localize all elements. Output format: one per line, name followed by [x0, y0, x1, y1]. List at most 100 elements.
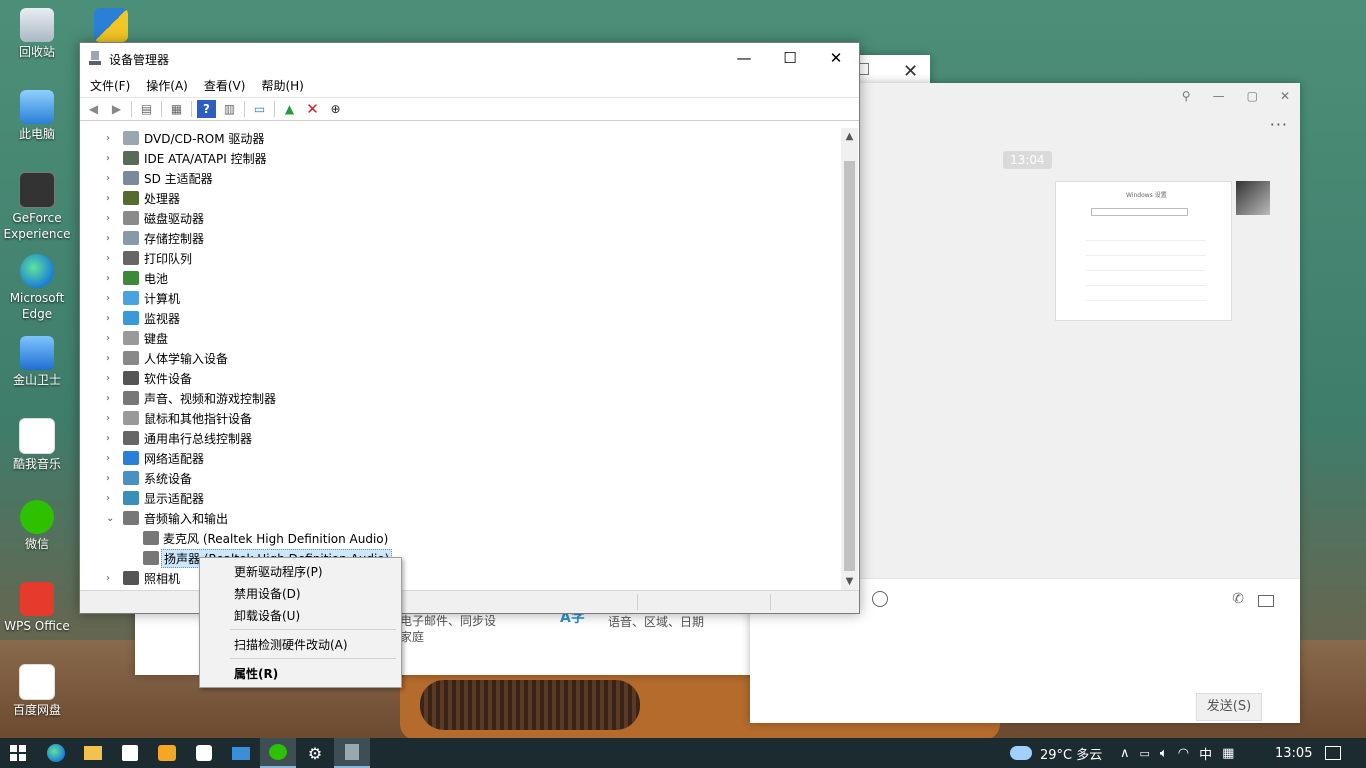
menu-action[interactable]: 操作(A) [138, 77, 196, 94]
image-message[interactable]: Windows 设置 [1055, 181, 1232, 321]
close-icon[interactable]: ✕ [1280, 89, 1290, 103]
menu-item-properties[interactable]: 属性(R) [234, 665, 278, 682]
notification-button[interactable] [1325, 738, 1341, 768]
uninstall-x-icon[interactable]: ✕ [303, 100, 322, 118]
chevron-right-icon[interactable]: › [106, 193, 116, 204]
volume-icon[interactable]: 🔈︎ [1160, 746, 1168, 761]
tree-category-row[interactable]: › SD 主适配器 [81, 168, 841, 188]
desktop-icon-this-pc[interactable]: 此电脑 [0, 90, 74, 142]
taskbar-kuwo[interactable] [186, 738, 222, 768]
tree-category-row[interactable]: › 系统设备 [81, 468, 841, 488]
taskbar-store[interactable] [112, 738, 148, 768]
chevron-right-icon[interactable]: › [106, 373, 116, 384]
desktop-icon-baidu-netdisk[interactable]: 百度网盘 [0, 664, 74, 718]
chevron-right-icon[interactable]: › [106, 333, 116, 344]
menu-help[interactable]: 帮助(H) [253, 77, 311, 94]
ime-indicator[interactable]: 中 [1199, 744, 1212, 763]
close-icon[interactable]: ✕ [903, 61, 918, 82]
chevron-right-icon[interactable]: › [106, 313, 116, 324]
taskbar-device-manager[interactable] [334, 738, 370, 768]
tree-category-row[interactable]: › 人体学输入设备 [81, 348, 841, 368]
scroll-thumb[interactable] [844, 161, 855, 571]
menu-item-uninstall-device[interactable]: 卸载设备(U) [234, 607, 300, 624]
download-circle-icon[interactable]: ⊕ [326, 100, 345, 118]
menu-item-scan-hardware[interactable]: 扫描检测硬件改动(A) [234, 636, 348, 653]
tree-category-row[interactable]: › 处理器 [81, 188, 841, 208]
chevron-down-icon[interactable]: ⌄ [106, 513, 116, 524]
tree-category-row[interactable]: › 键盘 [81, 328, 841, 348]
chevron-right-icon[interactable]: › [106, 133, 116, 144]
power-icon[interactable]: ▭ [1140, 747, 1150, 760]
weather-widget[interactable]: 29°C 多云 [1010, 738, 1102, 768]
tree-category-row[interactable]: › 网络适配器 [81, 448, 841, 468]
action-pane-icon[interactable]: ▥ [220, 100, 239, 118]
chevron-right-icon[interactable]: › [106, 413, 116, 424]
pin-icon[interactable]: ⚲ [1182, 89, 1191, 103]
help-icon[interactable]: ? [197, 100, 216, 118]
start-button[interactable] [0, 738, 36, 768]
tree-category-row[interactable]: › DVD/CD-ROM 驱动器 [81, 128, 841, 148]
menu-item-disable-device[interactable]: 禁用设备(D) [234, 585, 301, 602]
tree-category-row[interactable]: › 鼠标和其他指针设备 [81, 408, 841, 428]
maximize-icon[interactable]: ▢ [1247, 89, 1258, 103]
send-button[interactable]: 发送(S) [1196, 693, 1262, 721]
minimize-icon[interactable]: — [1213, 89, 1225, 103]
chevron-up-icon[interactable]: ∧ [1120, 746, 1130, 761]
taskbar-edge[interactable] [38, 738, 74, 768]
desktop-icon-kingsoft-guard[interactable]: 金山卫士 [0, 336, 74, 388]
desktop-icon-edge[interactable]: Microsoft Edge [0, 254, 74, 322]
chevron-right-icon[interactable]: › [106, 233, 116, 244]
scan-hardware-icon[interactable]: ▭ [250, 100, 269, 118]
avatar[interactable] [1236, 181, 1270, 215]
chevron-right-icon[interactable]: › [106, 453, 116, 464]
chevron-right-icon[interactable]: › [106, 573, 116, 584]
tree-category-row[interactable]: › 声音、视频和游戏控制器 [81, 388, 841, 408]
emoji-icon[interactable] [872, 591, 888, 607]
tree-child-row[interactable]: 扬声器 (Realtek High Definition Audio) [81, 548, 841, 568]
desktop-icon-shield-shortcut[interactable] [76, 8, 146, 44]
tree-category-row[interactable]: › 磁盘驱动器 [81, 208, 841, 228]
chevron-right-icon[interactable]: › [106, 493, 116, 504]
tree-category-row[interactable]: › 显示适配器 [81, 488, 841, 508]
tree-category-row[interactable]: › 电池 [81, 268, 841, 288]
tree-category-row[interactable]: › IDE ATA/ATAPI 控制器 [81, 148, 841, 168]
chevron-right-icon[interactable]: › [106, 253, 116, 264]
phone-icon[interactable]: ✆ [1232, 591, 1244, 607]
tree-category-row[interactable]: › 通用串行总线控制器 [81, 428, 841, 448]
tree-category-row[interactable]: › 存储控制器 [81, 228, 841, 248]
taskbar-settings[interactable]: ⚙ [297, 738, 333, 768]
chevron-right-icon[interactable]: › [106, 293, 116, 304]
taskbar-file-explorer[interactable] [75, 738, 111, 768]
taskbar-video-player[interactable] [149, 738, 185, 768]
clock[interactable]: 13:05 [1275, 738, 1312, 768]
tree-category-row[interactable]: ⌄ 音频输入和输出 [81, 508, 841, 528]
chevron-right-icon[interactable]: › [106, 433, 116, 444]
tree-category-row[interactable]: › 软件设备 [81, 368, 841, 388]
title-bar[interactable]: 设备管理器 — ☐ ✕ [80, 43, 859, 73]
tree-category-row[interactable]: › 监视器 [81, 308, 841, 328]
video-call-icon[interactable] [1258, 595, 1274, 607]
tree-category-row[interactable]: › 照相机 [81, 568, 841, 588]
properties-icon[interactable]: ▦ [167, 100, 186, 118]
ime-mode-icon[interactable]: ▦ [1222, 746, 1234, 761]
desktop-icon-geforce[interactable]: GeForce Experience [0, 172, 74, 242]
show-hide-console-tree-icon[interactable]: ▤ [137, 100, 156, 118]
close-button[interactable]: ✕ [813, 43, 859, 73]
chevron-right-icon[interactable]: › [106, 393, 116, 404]
scroll-up-icon[interactable]: ▲ [841, 128, 858, 145]
vertical-scrollbar[interactable]: ▲ ▼ [841, 128, 858, 590]
chevron-right-icon[interactable]: › [106, 473, 116, 484]
taskbar-wechat[interactable] [260, 738, 296, 768]
tree-child-row[interactable]: 麦克风 (Realtek High Definition Audio) [81, 528, 841, 548]
desktop-icon-kuwo-music[interactable]: 酷我音乐 [0, 418, 74, 472]
maximize-button[interactable]: ☐ [767, 43, 813, 73]
update-driver-icon[interactable]: ▲ [280, 100, 299, 118]
chevron-right-icon[interactable]: › [106, 213, 116, 224]
menu-item-update-driver[interactable]: 更新驱动程序(P) [234, 563, 323, 580]
chevron-right-icon[interactable]: › [106, 173, 116, 184]
desktop-icon-wechat[interactable]: 微信 [0, 500, 74, 552]
minimize-button[interactable]: — [721, 43, 767, 73]
desktop-icon-wps[interactable]: WPS Office [0, 582, 74, 634]
device-tree[interactable]: › DVD/CD-ROM 驱动器 › IDE ATA/ATAPI 控制器 › SD 主适配… [81, 128, 841, 590]
tree-category-row[interactable]: › 计算机 [81, 288, 841, 308]
